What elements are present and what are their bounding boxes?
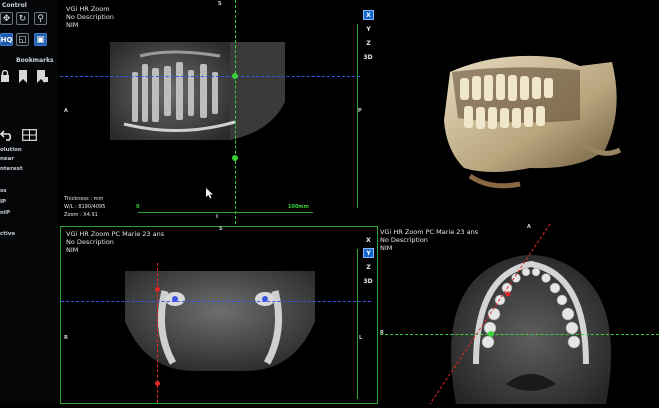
hq-icon: HQ <box>0 35 13 44</box>
view-description: No Description <box>66 13 114 21</box>
zoom-tool-button[interactable]: ⚲ <box>34 12 47 25</box>
orientation-right: R <box>380 330 384 336</box>
scale-end-label: 100mm <box>288 204 309 210</box>
rotate-icon: ↻ <box>18 13 27 24</box>
axis-x-button[interactable]: X <box>363 235 374 245</box>
bottom-left-viewport[interactable]: VGi HR Zoom PC Marie 23 ans No Descripti… <box>60 226 378 404</box>
mouse-pointer-icon <box>206 188 213 199</box>
view-title: VGi HR Zoom <box>66 5 110 13</box>
option-interest[interactable]: nterest <box>0 166 23 172</box>
option-ss[interactable]: ss <box>0 188 7 194</box>
orientation-posterior: P <box>358 108 362 114</box>
lock-button[interactable] <box>0 68 12 82</box>
slice-rail[interactable] <box>357 24 358 208</box>
orientation-anterior: A <box>64 108 68 114</box>
control-title: Control <box>2 2 27 9</box>
orientation-left: L <box>359 335 363 341</box>
vertical-crosshair[interactable] <box>235 0 236 224</box>
axis-z-button[interactable]: Z <box>363 262 374 272</box>
horizontal-crosshair[interactable] <box>61 301 371 302</box>
hq-tool-button[interactable]: HQ <box>0 33 13 46</box>
option-resolution[interactable]: olution <box>0 147 22 153</box>
axis-y-button[interactable]: Y <box>363 248 374 258</box>
layout-icon: ▣ <box>36 34 45 45</box>
bookmark-icon <box>19 70 27 83</box>
view-modality: NIM <box>66 21 79 29</box>
coronal-ct-image <box>125 271 315 371</box>
rotate-tool-button[interactable]: ↻ <box>16 12 29 25</box>
split-view-icon <box>22 129 37 141</box>
scale-start-label: 0 <box>136 204 140 210</box>
window-level-readout: W/L : 8190/4095 <box>64 204 106 210</box>
scale-bar <box>138 212 313 213</box>
option-mip[interactable]: nIP <box>0 210 10 216</box>
axis-3d-button[interactable]: 3D <box>361 276 375 286</box>
split-view-button[interactable] <box>22 126 37 141</box>
crop-tool-button[interactable]: ◱ <box>16 33 29 46</box>
axis-x-button[interactable]: X <box>363 10 374 20</box>
red-crosshair-handle[interactable] <box>155 287 160 292</box>
control-sidebar: Control ✥ ↻ ⚲ HQ ◱ ▣ Bookmarks olution n… <box>0 0 58 404</box>
undo-button[interactable] <box>0 126 14 141</box>
option-linear[interactable]: near <box>0 156 14 162</box>
orientation-superior: S <box>219 226 223 232</box>
view-title: VGi HR Zoom PC Marie 23 ans <box>66 230 165 238</box>
axis-y-button[interactable]: Y <box>363 24 374 34</box>
view-modality: NIM <box>380 244 393 252</box>
option-ip[interactable]: IP <box>0 199 6 205</box>
bookmark-button[interactable] <box>18 68 30 83</box>
bookmarks-title: Bookmarks <box>16 57 54 64</box>
axis-3d-button[interactable]: 3D <box>361 52 375 62</box>
crosshair-handle-lower[interactable] <box>232 155 238 161</box>
red-crosshair-handle-lower[interactable] <box>155 381 160 386</box>
crop-icon: ◱ <box>18 34 27 45</box>
orientation-superior: S <box>218 1 222 7</box>
option-active[interactable]: ctive <box>0 231 15 237</box>
move-icon: ✥ <box>2 13 11 24</box>
bookmark-add-icon <box>37 70 48 83</box>
move-tool-button[interactable]: ✥ <box>0 12 13 25</box>
layout-tool-button[interactable]: ▣ <box>34 33 47 46</box>
sagittal-ct-image <box>110 42 285 140</box>
lock-icon <box>1 69 9 82</box>
bottom-right-viewport[interactable]: VGi HR Zoom PC Marie 23 ans No Descripti… <box>380 224 659 404</box>
top-left-viewport[interactable]: VGi HR Zoom No Description NIM S A P I X… <box>60 0 378 224</box>
bookmark-add-button[interactable] <box>36 68 48 83</box>
horizontal-crosshair[interactable] <box>60 76 360 77</box>
top-right-3d-viewport[interactable] <box>380 0 659 222</box>
slice-rail[interactable] <box>357 249 358 399</box>
axis-z-button[interactable]: Z <box>363 38 374 48</box>
view-description: No Description <box>66 238 114 246</box>
undo-icon <box>0 130 12 141</box>
view-modality: NIM <box>66 246 79 254</box>
thickness-readout: Thickness : mm <box>64 196 104 202</box>
red-oblique-crosshair[interactable] <box>420 224 560 404</box>
orientation-inferior: I <box>216 214 218 220</box>
magnifier-icon: ⚲ <box>37 13 44 24</box>
skull-3d-render <box>444 55 622 189</box>
crosshair-handle[interactable] <box>232 73 238 79</box>
zoom-readout: Zoom : X4.91 <box>64 212 98 218</box>
orientation-right: R <box>64 335 68 341</box>
orientation-anterior: A <box>527 224 531 230</box>
